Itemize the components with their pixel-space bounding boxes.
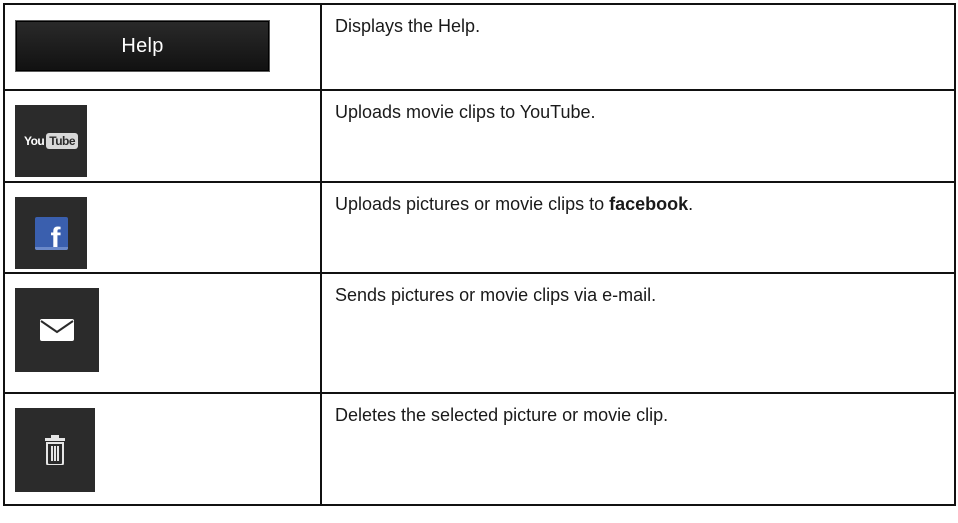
help-button[interactable]: Help: [15, 20, 270, 72]
facebook-button[interactable]: f: [15, 197, 87, 269]
help-description: Displays the Help.: [335, 16, 481, 36]
facebook-icon: f: [34, 216, 68, 250]
icon-cell: f: [3, 181, 322, 274]
description-cell: Uploads pictures or movie clips to faceb…: [320, 181, 956, 274]
trash-icon: [45, 435, 65, 465]
description-cell: Uploads movie clips to YouTube.: [320, 89, 956, 183]
facebook-logo-bar: [34, 246, 68, 250]
icon-cell: [3, 272, 322, 394]
icon-cell: You Tube: [3, 89, 322, 183]
table-row: Deletes the selected picture or movie cl…: [3, 392, 956, 506]
icon-cell: [3, 392, 322, 506]
table-row: Help Displays the Help.: [3, 3, 956, 91]
icon-cell: Help: [3, 3, 322, 91]
facebook-description-suffix: .: [688, 194, 694, 214]
mail-button[interactable]: [15, 288, 99, 372]
facebook-description-bold: facebook: [609, 194, 689, 214]
youtube-logo-tube: Tube: [46, 133, 79, 149]
help-button-label: Help: [121, 34, 164, 57]
delete-button[interactable]: [15, 408, 95, 492]
description-cell: Displays the Help.: [320, 3, 956, 91]
youtube-description: Uploads movie clips to YouTube.: [335, 102, 596, 122]
youtube-icon: You Tube: [23, 133, 79, 149]
facebook-description-prefix: Uploads pictures or movie clips to: [335, 194, 610, 214]
table-row: Sends pictures or movie clips via e-mail…: [3, 272, 956, 394]
table-row: f Uploads pictures or movie clips to fac…: [3, 181, 956, 274]
description-cell: Sends pictures or movie clips via e-mail…: [320, 272, 956, 394]
delete-description: Deletes the selected picture or movie cl…: [335, 405, 669, 425]
button-reference-table: Help Displays the Help. You Tube Uploads…: [3, 3, 956, 506]
youtube-logo-you: You: [23, 134, 45, 148]
youtube-button[interactable]: You Tube: [15, 105, 87, 177]
description-cell: Deletes the selected picture or movie cl…: [320, 392, 956, 506]
mail-description: Sends pictures or movie clips via e-mail…: [335, 285, 657, 305]
table-row: You Tube Uploads movie clips to YouTube.: [3, 89, 956, 183]
mail-icon: [40, 319, 74, 341]
